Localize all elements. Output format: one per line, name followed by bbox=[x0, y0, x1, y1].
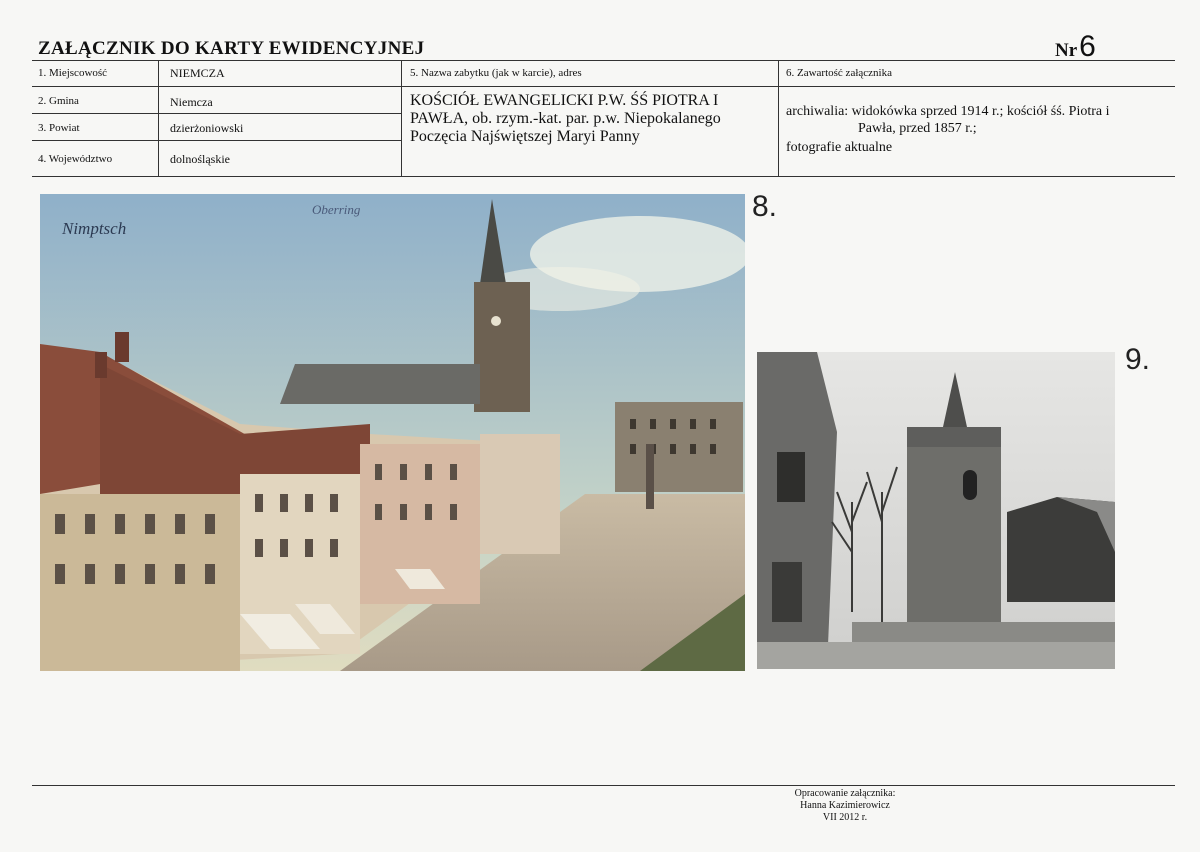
table-row-divider bbox=[32, 113, 401, 114]
locality-label: 1. Miejscowość bbox=[38, 67, 108, 79]
table-row-divider bbox=[32, 86, 1175, 87]
monument-label: 5. Nazwa zabytku (jak w karcie), adres bbox=[410, 67, 582, 79]
gmina-value: Niemcza bbox=[170, 95, 213, 109]
table-row-divider bbox=[32, 140, 401, 141]
footer-line-3: VII 2012 r. bbox=[822, 812, 868, 823]
contents-line-3: fotografie aktualne bbox=[786, 140, 893, 155]
powiat-value: dzierżoniowski bbox=[170, 121, 244, 135]
contents-line-1: archiwalia: widokówka sprzed 1914 r.; ko… bbox=[786, 104, 1110, 119]
table-col-divider bbox=[778, 60, 779, 176]
church-tower-illustration bbox=[757, 352, 1115, 669]
postcard-caption-top: Oberring bbox=[312, 202, 361, 217]
contents-label: 6. Zawartość załącznika bbox=[786, 67, 892, 79]
postcard-caption-left: Nimptsch bbox=[61, 219, 126, 238]
gmina-label: 2. Gmina bbox=[38, 95, 79, 107]
postcard-illustration: Nimptsch Oberring bbox=[40, 194, 745, 671]
table-col-divider bbox=[158, 60, 159, 176]
church-tower-photo bbox=[757, 352, 1115, 669]
page-title: ZAŁĄCZNIK DO KARTY EWIDENCYJNEJ bbox=[38, 38, 425, 59]
monument-value: KOŚCIÓŁ EWANGELICKI P.W. ŚŚ PIOTRA I PAW… bbox=[410, 92, 721, 145]
sheet-number-value: 6 bbox=[1079, 30, 1096, 63]
footer-line-2: Hanna Kazimierowicz bbox=[800, 800, 890, 811]
footer-credits: Opracowanie załącznika: Hanna Kazimierow… bbox=[745, 788, 945, 824]
table-col-divider bbox=[401, 60, 402, 176]
photo-number-8: 8. bbox=[752, 190, 778, 223]
contents-line-2: Pawła, przed 1857 r.; bbox=[858, 121, 977, 136]
footer-divider bbox=[32, 785, 1175, 786]
table-bottom-border bbox=[32, 176, 1175, 177]
voivodeship-label: 4. Województwo bbox=[38, 153, 113, 165]
locality-value: NIEMCZA bbox=[170, 66, 225, 80]
powiat-label: 3. Powiat bbox=[38, 122, 80, 134]
sheet-number: Nr6 bbox=[1055, 30, 1096, 64]
sheet-number-label: Nr bbox=[1055, 40, 1078, 61]
voivodeship-value: dolnośląskie bbox=[170, 152, 230, 166]
table-top-border bbox=[32, 60, 1175, 61]
footer-line-1: Opracowanie załącznika: bbox=[794, 788, 896, 799]
photo-number-9: 9. bbox=[1125, 343, 1151, 376]
postcard-photo: Nimptsch Oberring bbox=[40, 194, 745, 671]
